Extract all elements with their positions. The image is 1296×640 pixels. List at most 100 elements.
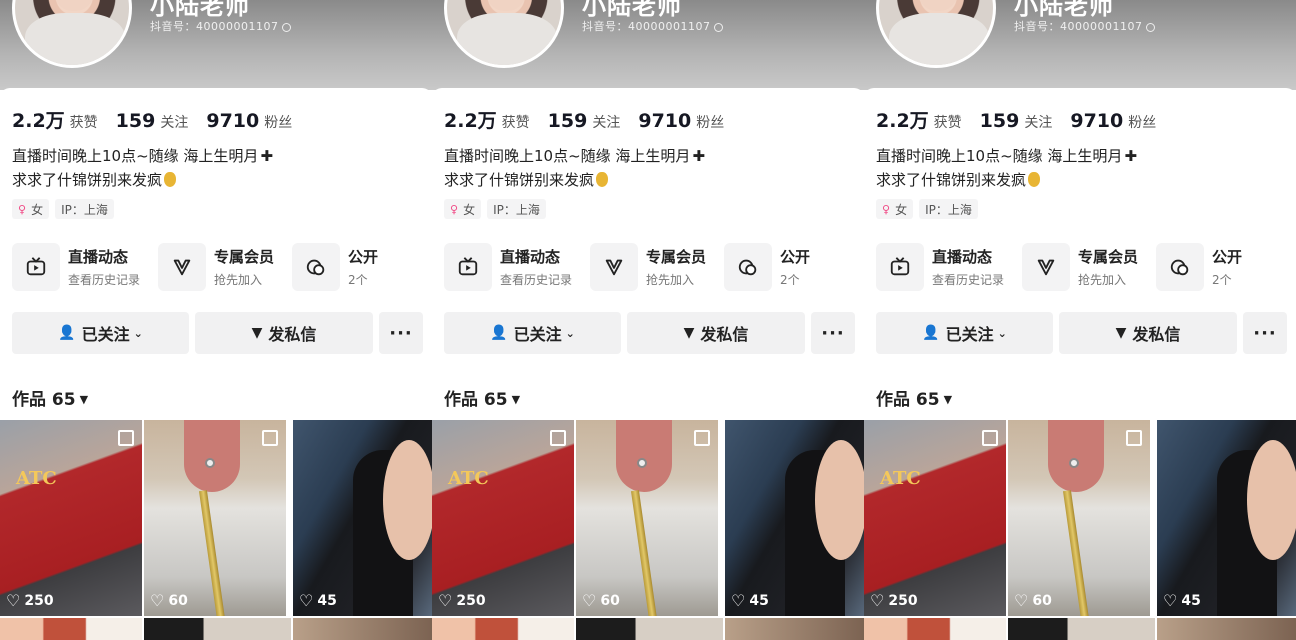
video-thumbnail[interactable]: ♡ 45 <box>293 420 432 616</box>
service-live[interactable]: 直播动态 查看历史记录 <box>876 242 1004 292</box>
stat-followers[interactable]: 9710 粉丝 <box>1070 110 1156 132</box>
bio-line: 求求了什锦饼别来发疯 <box>12 171 163 189</box>
douyin-id[interactable]: 抖音号：40000001107 <box>582 18 724 34</box>
video-thumbnail[interactable]: ATC ♡ 250 <box>432 420 574 616</box>
video-thumbnail-partial[interactable] <box>0 618 142 640</box>
heart-icon: ♡ <box>731 591 746 610</box>
profile-tags: ♀ 女 IP：上海 <box>12 199 120 219</box>
message-button[interactable]: ▼ 发私信 <box>1059 312 1237 354</box>
stats-row: 2.2万 获赞 159 关注 9710 粉丝 <box>12 106 310 133</box>
video-thumbnail-partial[interactable] <box>725 618 864 640</box>
service-title: 公开 <box>780 248 811 266</box>
female-icon: ♀ <box>882 202 891 216</box>
works-tab[interactable]: 作品 65 ▼ <box>444 385 520 410</box>
service-membership[interactable]: 专属会员 抢先加入 <box>590 242 706 292</box>
service-live[interactable]: 直播动态 查看历史记录 <box>444 242 572 292</box>
service-public[interactable]: 公开 2个 <box>1156 242 1242 292</box>
followed-button[interactable]: 👤 已关注 ⌄ <box>444 312 621 354</box>
avatar-shirt <box>457 13 557 65</box>
video-thumbnail[interactable]: ♡ 60 <box>576 420 718 616</box>
like-count: ♡ 250 <box>438 591 486 610</box>
avatar[interactable] <box>444 0 564 68</box>
message-button[interactable]: ▼ 发私信 <box>627 312 805 354</box>
thumbnail-art <box>1069 458 1079 468</box>
video-thumbnail-partial[interactable] <box>293 618 432 640</box>
service-membership[interactable]: 专属会员 抢先加入 <box>1022 242 1138 292</box>
service-membership[interactable]: 专属会员 抢先加入 <box>158 242 274 292</box>
money-bag-emoji-icon <box>596 172 609 187</box>
heart-icon: ♡ <box>299 591 314 610</box>
profile-sheet: 2.2万 获赞 159 关注 9710 粉丝 直播时间晚上10点~随缘 海上生明… <box>0 88 432 640</box>
thumbnail-art <box>383 440 432 560</box>
service-live[interactable]: 直播动态 查看历史记录 <box>12 242 140 292</box>
send-icon: ▼ <box>683 325 695 341</box>
stat-label: 获赞 <box>69 115 98 131</box>
stat-following[interactable]: 159 关注 <box>116 110 189 132</box>
service-title: 专属会员 <box>1078 248 1139 266</box>
qr-icon[interactable] <box>282 22 292 32</box>
works-tab[interactable]: 作品 65 ▼ <box>876 385 952 410</box>
video-thumbnail[interactable]: ATC ♡ 250 <box>864 420 1006 616</box>
service-title: 公开 <box>1212 248 1243 266</box>
video-thumbnail[interactable]: ♡ 45 <box>1157 420 1296 616</box>
works-label: 作品 65 <box>444 390 508 410</box>
bio-line: 求求了什锦饼别来发疯 <box>876 171 1027 189</box>
video-thumbnail-partial[interactable] <box>1008 618 1155 640</box>
thumbnail-art <box>1062 490 1090 616</box>
douyin-id[interactable]: 抖音号：40000001107 <box>1014 18 1156 34</box>
video-thumbnail[interactable]: ♡ 60 <box>144 420 286 616</box>
like-count: ♡ 45 <box>1163 591 1201 610</box>
video-thumbnail[interactable]: ATC ♡ 250 <box>0 420 142 616</box>
like-count: ♡ 60 <box>150 591 188 610</box>
stat-label: 关注 <box>592 115 621 131</box>
video-thumbnail-partial[interactable] <box>432 618 574 640</box>
stat-label: 粉丝 <box>264 115 293 131</box>
stat-likes[interactable]: 2.2万 获赞 <box>12 106 98 133</box>
heart-icon: ♡ <box>150 591 165 610</box>
ip-tag: IP：上海 <box>55 199 114 219</box>
douyin-id[interactable]: 抖音号：40000001107 <box>150 18 292 34</box>
message-button[interactable]: ▼ 发私信 <box>195 312 373 354</box>
like-number: 45 <box>749 592 769 609</box>
video-thumbnail-partial[interactable] <box>576 618 723 640</box>
avatar[interactable] <box>12 0 132 68</box>
video-thumbnail-partial[interactable] <box>144 618 291 640</box>
thumbnail-art <box>1048 420 1104 492</box>
profile-panel: 小陆老师 抖音号：40000001107 2.2万 获赞 159 关注 9710… <box>864 0 1296 640</box>
gender-tag: ♀ 女 <box>876 199 914 219</box>
female-icon: ♀ <box>450 202 459 216</box>
female-icon: ♀ <box>18 202 27 216</box>
more-button[interactable]: ··· <box>379 312 423 354</box>
stat-following[interactable]: 159 关注 <box>980 110 1053 132</box>
more-button[interactable]: ··· <box>1243 312 1287 354</box>
service-public[interactable]: 公开 2个 <box>292 242 378 292</box>
qr-icon[interactable] <box>714 22 724 32</box>
service-public[interactable]: 公开 2个 <box>724 242 810 292</box>
service-subtitle: 抢先加入 <box>1078 273 1127 287</box>
video-thumbnail-partial[interactable] <box>864 618 1006 640</box>
profile-panel: 小陆老师 抖音号：40000001107 2.2万 获赞 159 关注 9710… <box>432 0 864 640</box>
works-label: 作品 65 <box>876 390 940 410</box>
stat-likes[interactable]: 2.2万 获赞 <box>444 106 530 133</box>
works-tab[interactable]: 作品 65 ▼ <box>12 385 88 410</box>
like-number: 60 <box>168 592 188 609</box>
service-title: 专属会员 <box>646 248 707 266</box>
followed-button[interactable]: 👤 已关注 ⌄ <box>876 312 1053 354</box>
qr-icon[interactable] <box>1146 22 1156 32</box>
stat-likes[interactable]: 2.2万 获赞 <box>876 106 962 133</box>
followed-button[interactable]: 👤 已关注 ⌄ <box>12 312 189 354</box>
service-title: 公开 <box>348 248 379 266</box>
more-button[interactable]: ··· <box>811 312 855 354</box>
video-thumbnail-partial[interactable] <box>1157 618 1296 640</box>
avatar[interactable] <box>876 0 996 68</box>
video-thumbnail[interactable]: ♡ 60 <box>1008 420 1150 616</box>
stat-followers[interactable]: 9710 粉丝 <box>638 110 724 132</box>
stat-label: 粉丝 <box>696 115 725 131</box>
stat-following[interactable]: 159 关注 <box>548 110 621 132</box>
thumbnail-art <box>1247 440 1296 560</box>
thumbnail-art <box>616 420 672 492</box>
stat-followers[interactable]: 9710 粉丝 <box>206 110 292 132</box>
multi-image-icon <box>694 430 710 446</box>
video-thumbnail[interactable]: ♡ 45 <box>725 420 864 616</box>
service-title: 专属会员 <box>214 248 275 266</box>
